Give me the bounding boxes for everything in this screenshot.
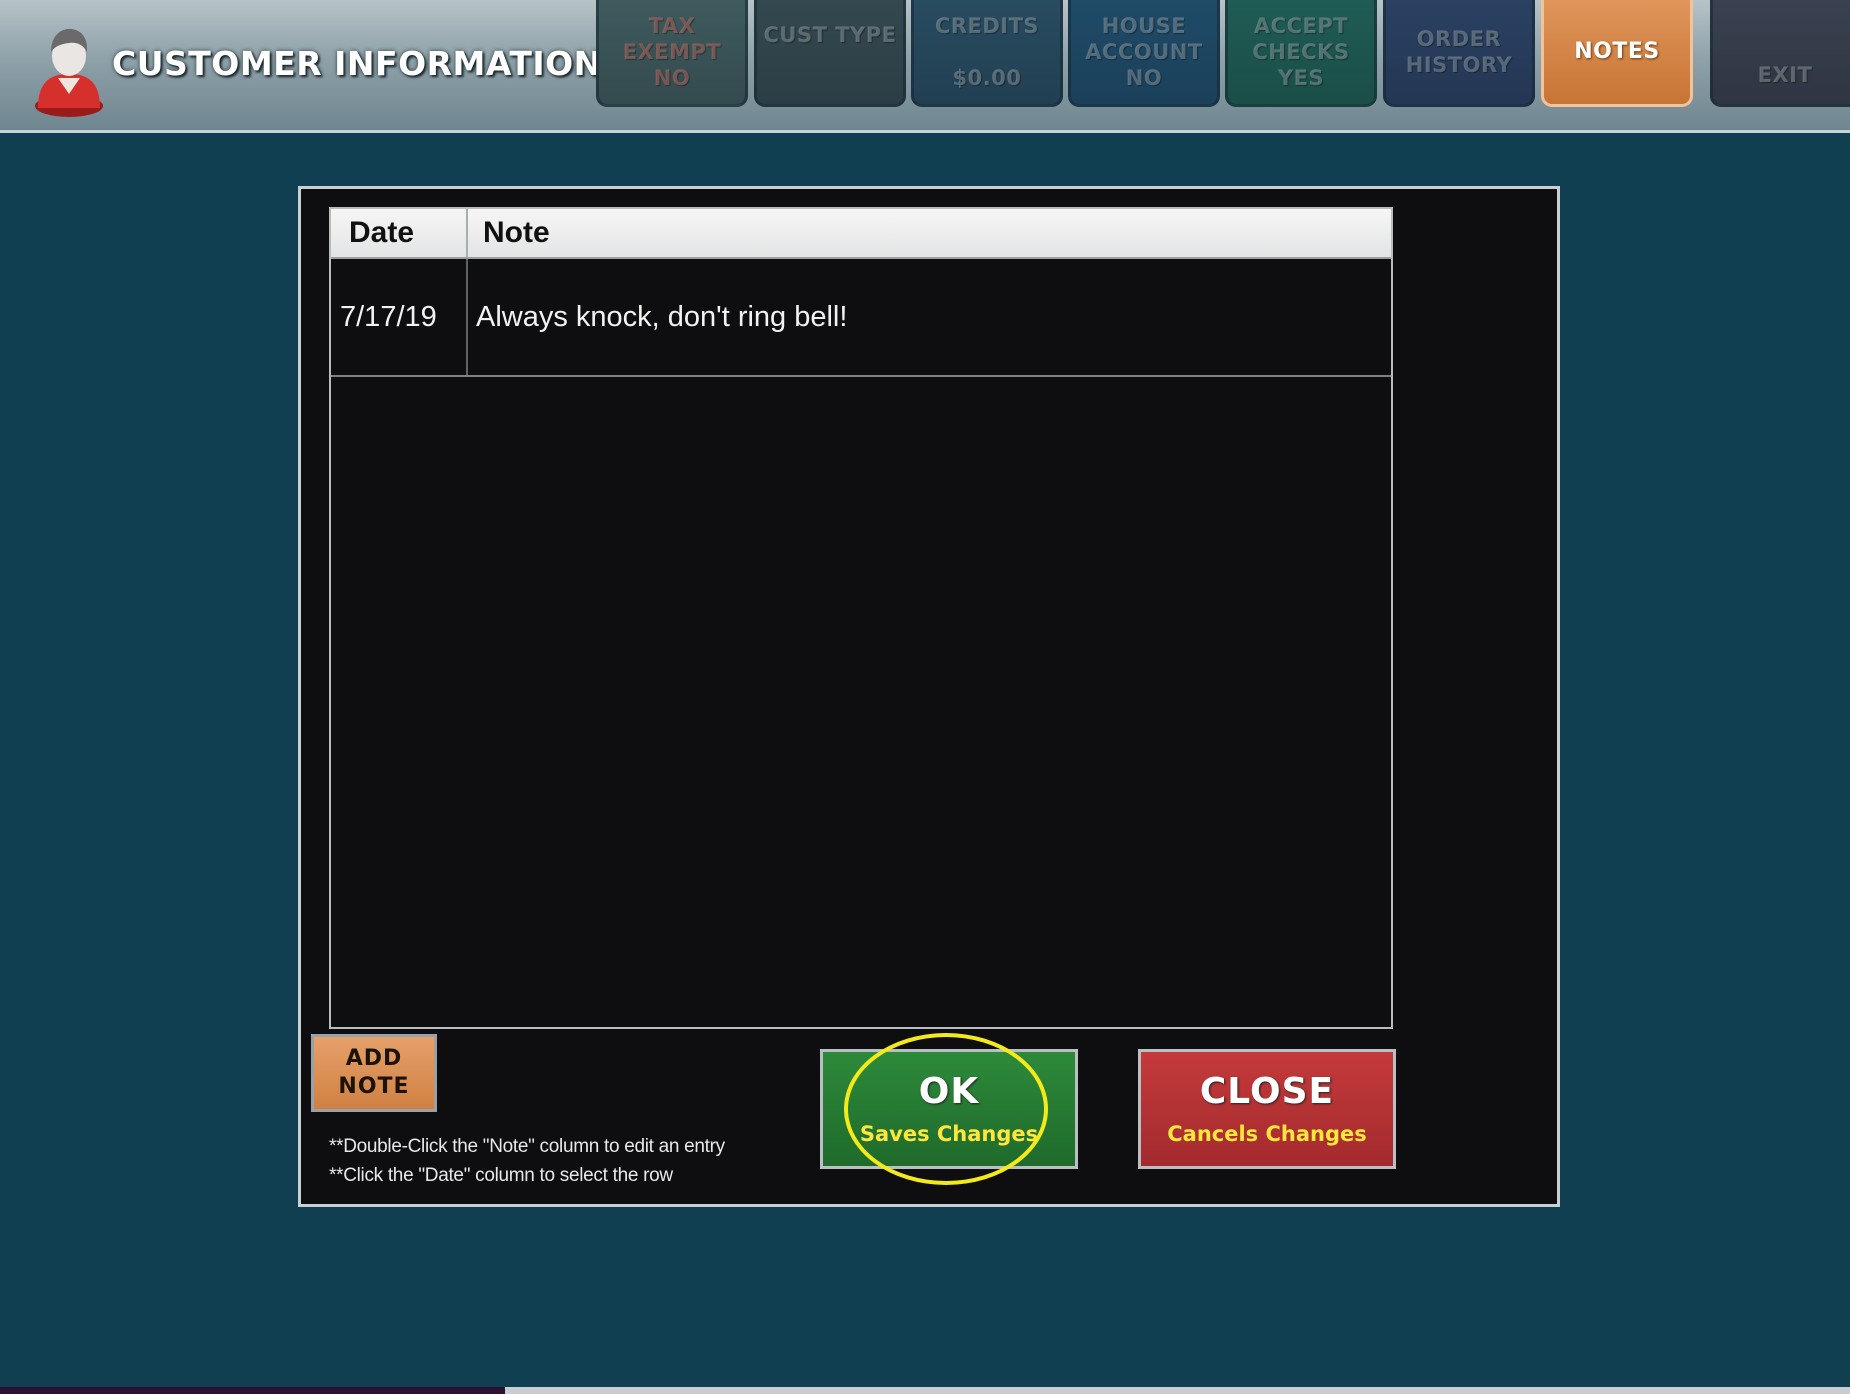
column-divider [466, 259, 468, 375]
credits-label: CREDITS [934, 14, 1040, 38]
tax-exempt-label-2: EXEMPT [622, 40, 722, 64]
taskbar-segment [0, 1387, 505, 1394]
notes-grid[interactable]: Date Note 7/17/19 Always knock, don't ri… [329, 207, 1393, 1029]
accept-checks-label-1: ACCEPT [1253, 14, 1349, 38]
table-row[interactable]: 7/17/19 Always knock, don't ring bell! [331, 259, 1391, 377]
add-note-button[interactable]: ADD NOTE [311, 1034, 437, 1112]
customer-avatar-icon [35, 28, 103, 117]
order-history-label-1: ORDER [1416, 27, 1502, 51]
note-text-cell[interactable]: Always knock, don't ring bell! [476, 259, 847, 375]
header-bar: CUSTOMER INFORMATION TAX EXEMPT NO CUST … [0, 0, 1850, 133]
ok-sublabel: Saves Changes [859, 1122, 1039, 1146]
close-sublabel: Cancels Changes [1167, 1122, 1367, 1146]
credits-button[interactable]: CREDITS $0.00 [911, 0, 1063, 107]
order-history-button[interactable]: ORDER HISTORY [1383, 0, 1535, 107]
house-account-value: NO [1125, 66, 1163, 90]
taskbar-strip [0, 1387, 1850, 1394]
cust-type-button[interactable]: CUST TYPE [754, 0, 906, 107]
notes-button[interactable]: NOTES [1541, 0, 1693, 107]
exit-label: EXIT [1757, 63, 1813, 87]
house-account-button[interactable]: HOUSE ACCOUNT NO [1068, 0, 1220, 107]
hint-edit-note: **Double-Click the "Note" column to edit… [329, 1136, 725, 1157]
hint-select-row: **Click the "Date" column to select the … [329, 1165, 673, 1186]
close-button[interactable]: CLOSE Cancels Changes [1138, 1049, 1396, 1169]
credits-spacer [983, 39, 991, 65]
house-account-label-1: HOUSE [1101, 14, 1187, 38]
column-divider [466, 209, 468, 257]
close-label: CLOSE [1199, 1071, 1335, 1112]
accept-checks-label-2: CHECKS [1252, 40, 1350, 64]
accept-checks-button[interactable]: ACCEPT CHECKS YES [1225, 0, 1377, 107]
note-date-cell[interactable]: 7/17/19 [340, 259, 437, 375]
cust-type-label: CUST TYPE [763, 23, 897, 47]
add-note-label-2: NOTE [338, 1074, 410, 1099]
grid-header: Date Note [331, 209, 1391, 259]
credits-value: $0.00 [952, 66, 1022, 90]
tax-exempt-button[interactable]: TAX EXEMPT NO [596, 0, 748, 107]
house-account-label-2: ACCOUNT [1085, 40, 1203, 64]
accept-checks-value: YES [1277, 66, 1325, 90]
ok-button[interactable]: OK Saves Changes [820, 1049, 1078, 1169]
tax-exempt-value: NO [653, 66, 691, 90]
order-history-label-2: HISTORY [1405, 53, 1513, 77]
notes-label: NOTES [1574, 39, 1660, 64]
column-header-note[interactable]: Note [483, 209, 550, 257]
tax-exempt-label-1: TAX [648, 14, 696, 38]
page-title: CUSTOMER INFORMATION [112, 44, 602, 83]
add-note-label-1: ADD [345, 1046, 403, 1071]
column-header-date[interactable]: Date [349, 209, 414, 257]
exit-button[interactable]: EXIT [1710, 0, 1850, 107]
ok-label: OK [918, 1071, 980, 1112]
